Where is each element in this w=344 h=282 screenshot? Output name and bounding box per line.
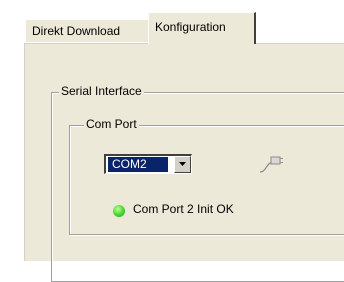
tab-direkt-download[interactable]: Direkt Download — [25, 19, 149, 43]
status-led-icon — [113, 205, 125, 217]
status-text: Com Port 2 Init OK — [133, 202, 234, 216]
serial-interface-label: Serial Interface — [59, 84, 144, 98]
chevron-down-icon — [179, 162, 186, 166]
com-port-label: Com Port — [84, 117, 139, 131]
plug-icon — [259, 156, 283, 173]
config-dialog: Direkt Download Konfiguration Serial Int… — [0, 0, 344, 282]
dropdown-button[interactable] — [174, 156, 191, 173]
com-port-group — [69, 125, 344, 235]
tab-label: Konfiguration — [155, 20, 226, 34]
tab-konfiguration[interactable]: Konfiguration — [148, 12, 256, 44]
com-port-selected-value: COM2 — [108, 157, 168, 172]
tab-label: Direkt Download — [32, 24, 121, 38]
com-port-select[interactable]: COM2 — [104, 154, 192, 174]
